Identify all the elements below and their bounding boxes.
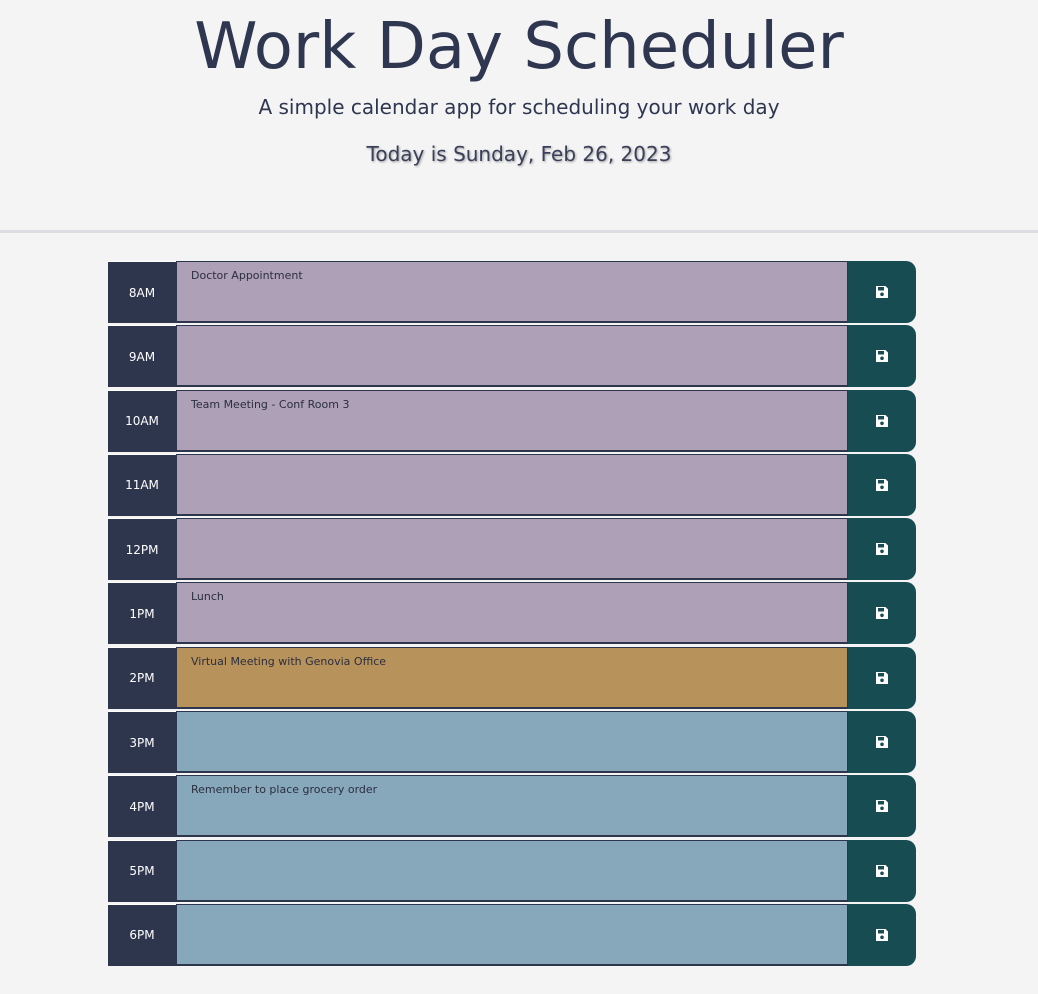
save-button[interactable]	[848, 389, 916, 452]
event-description-input[interactable]: Remember to place grocery order	[176, 775, 848, 838]
time-block-row: 12PM	[108, 518, 916, 581]
event-description-input[interactable]	[176, 325, 848, 388]
time-block-row: 10AM Team Meeting - Conf Room 3	[108, 389, 916, 452]
time-block-row: 8AM Doctor Appointment	[108, 261, 916, 323]
event-description-input[interactable]: Lunch	[176, 582, 848, 645]
schedule: 8AM Doctor Appointment 9AM 10AM Team Meeting…	[108, 261, 916, 968]
event-description-input[interactable]	[176, 839, 848, 902]
save-button[interactable]	[848, 582, 916, 645]
save-button[interactable]	[848, 453, 916, 516]
floppy-disk-icon	[875, 864, 889, 878]
floppy-disk-icon	[875, 478, 889, 492]
time-block-row: 4PM Remember to place grocery order	[108, 775, 916, 838]
time-block-row: 11AM	[108, 453, 916, 516]
hour-label: 3PM	[108, 711, 176, 774]
floppy-disk-icon	[875, 928, 889, 942]
hour-label: 11AM	[108, 453, 176, 516]
save-button[interactable]	[848, 711, 916, 774]
save-button[interactable]	[848, 775, 916, 838]
event-description-input[interactable]	[176, 518, 848, 581]
hour-label: 8AM	[108, 261, 176, 323]
floppy-disk-icon	[875, 285, 889, 299]
floppy-disk-icon	[875, 799, 889, 813]
current-day: Today is Sunday, Feb 26, 2023	[366, 142, 672, 166]
page-title: Work Day Scheduler	[194, 10, 844, 84]
time-block-row: 3PM	[108, 711, 916, 774]
hour-label: 1PM	[108, 582, 176, 645]
event-description-input[interactable]	[176, 903, 848, 966]
hour-label: 6PM	[108, 903, 176, 966]
floppy-disk-icon	[875, 349, 889, 363]
floppy-disk-icon	[875, 671, 889, 685]
event-description-input[interactable]: Virtual Meeting with Genovia Office	[176, 646, 848, 709]
hour-label: 2PM	[108, 646, 176, 709]
event-description-input[interactable]	[176, 711, 848, 774]
time-block-row: 6PM	[108, 903, 916, 966]
hour-label: 10AM	[108, 389, 176, 452]
event-description-input[interactable]: Doctor Appointment	[176, 261, 848, 323]
time-block-row: 1PM Lunch	[108, 582, 916, 645]
page-subtitle: A simple calendar app for scheduling you…	[258, 95, 780, 119]
hour-label: 12PM	[108, 518, 176, 581]
time-block-row: 2PM Virtual Meeting with Genovia Office	[108, 646, 916, 709]
event-description-input[interactable]: Team Meeting - Conf Room 3	[176, 389, 848, 452]
save-button[interactable]	[848, 325, 916, 388]
save-button[interactable]	[848, 839, 916, 902]
save-button[interactable]	[848, 903, 916, 966]
save-button[interactable]	[848, 646, 916, 709]
header: Work Day Scheduler A simple calendar app…	[0, 0, 1038, 233]
save-button[interactable]	[848, 518, 916, 581]
floppy-disk-icon	[875, 414, 889, 428]
hour-label: 9AM	[108, 325, 176, 388]
hour-label: 5PM	[108, 839, 176, 902]
event-description-input[interactable]	[176, 453, 848, 516]
floppy-disk-icon	[875, 606, 889, 620]
hour-label: 4PM	[108, 775, 176, 838]
time-block-row: 9AM	[108, 325, 916, 388]
time-block-row: 5PM	[108, 839, 916, 902]
floppy-disk-icon	[875, 735, 889, 749]
save-button[interactable]	[848, 261, 916, 323]
floppy-disk-icon	[875, 542, 889, 556]
